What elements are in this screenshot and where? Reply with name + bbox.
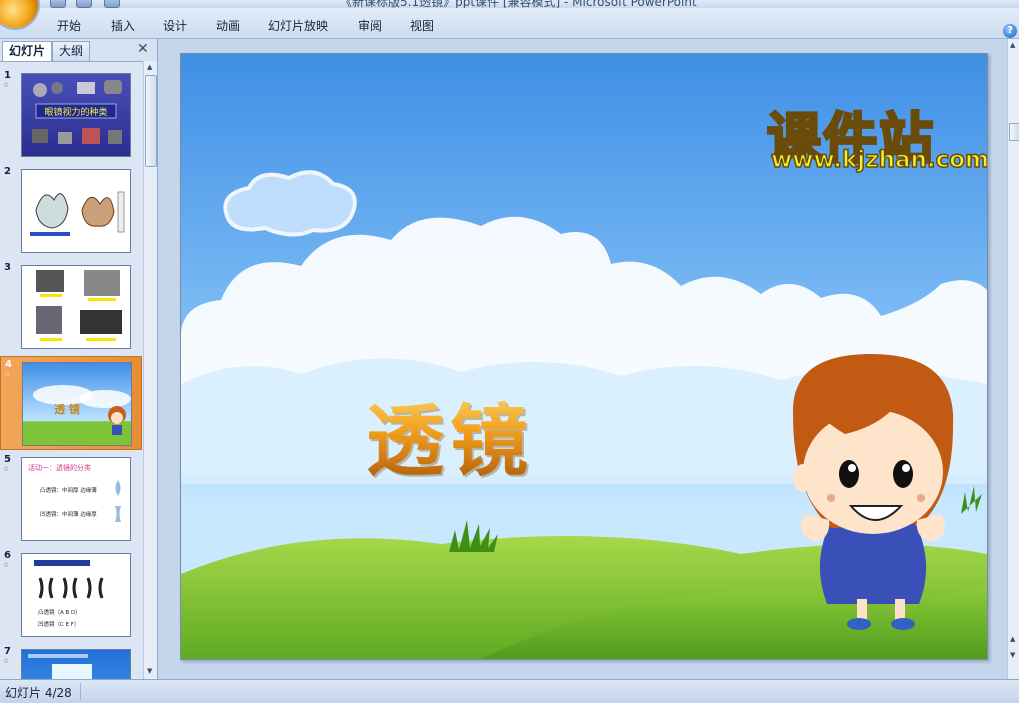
- title-bar: 《新课标版5.1透镜》ppt课件 [兼容模式] - Microsoft Powe…: [0, 0, 1019, 8]
- slide-6-art: 凸透镜（A B D） 凹透镜（C E F）: [34, 560, 104, 628]
- thumbnail-slot[interactable]: 6 ☆ 凸透镜（A B D） 凹透镜（C E F）: [0, 548, 140, 640]
- tab-slides[interactable]: 幻灯片: [2, 41, 53, 61]
- pane-scrollbar[interactable]: ▲ ▼: [143, 61, 157, 679]
- slide-5-line: 凸透镜：中间厚 边缘薄: [40, 486, 97, 494]
- ribbon-tabs: 开始 插入 设计 动画 幻灯片放映 审阅 视图 ?: [0, 8, 1019, 39]
- window-title: 《新课标版5.1透镜》ppt课件 [兼容模式] - Microsoft Powe…: [340, 0, 697, 8]
- tab-home[interactable]: 开始: [57, 17, 81, 34]
- thumbnail-list: 1 ☆ 眼镜视力的种类 2 3 4 ☆ 透 镜 5 ☆ 活动一：透镜的分类 凸透…: [0, 61, 143, 680]
- transition-icon: ☆: [3, 465, 10, 473]
- status-divider: [80, 683, 81, 700]
- slide-1-art: 眼镜视力的种类: [32, 80, 122, 144]
- scroll-thumb[interactable]: [145, 75, 157, 167]
- tab-view[interactable]: 视图: [410, 17, 434, 34]
- slide-5-line: 凹透镜：中间薄 边缘厚: [40, 510, 97, 518]
- slide-number: 2: [4, 166, 11, 177]
- transition-icon: ☆: [4, 370, 11, 378]
- slide-number: 1: [4, 70, 11, 81]
- slide-6-line: 凸透镜（A B D）: [38, 608, 81, 616]
- slide-thumbnail[interactable]: 眼镜视力的种类: [21, 73, 131, 157]
- thumbnail-slot[interactable]: 5 ☆ 活动一：透镜的分类 凸透镜：中间厚 边缘薄 凹透镜：中间薄 边缘厚: [0, 452, 140, 544]
- thumbnail-slot[interactable]: 7 ☆: [0, 644, 140, 680]
- scroll-thumb[interactable]: [1009, 123, 1019, 141]
- thumbnail-slot[interactable]: 1 ☆ 眼镜视力的种类: [0, 68, 140, 160]
- scroll-up-icon[interactable]: ▲: [147, 63, 152, 71]
- tab-insert[interactable]: 插入: [111, 17, 135, 34]
- slide-6-line: 凹透镜（C E F）: [38, 620, 79, 628]
- slide-1-title: 眼镜视力的种类: [44, 106, 107, 118]
- slide-number: 7: [4, 646, 11, 657]
- transition-icon: ☆: [3, 81, 10, 89]
- slide-4-title: 透 镜: [54, 402, 80, 416]
- thumbnail-slot[interactable]: 2: [0, 164, 140, 256]
- slide-counter: 幻灯片 4/28: [5, 686, 72, 700]
- current-slide[interactable]: 课件站 www.kjzhan.com 透镜: [180, 53, 988, 660]
- slide-thumbnail[interactable]: [21, 265, 131, 349]
- slide-5-heading: 活动一：透镜的分类: [28, 463, 91, 472]
- slide-thumbnail[interactable]: 透 镜: [22, 362, 132, 446]
- slides-pane: 幻灯片 大纲 ✕ 1 ☆ 眼镜视力的种类 2 3 4 ☆ 透 镜 5 ☆ 活动一…: [0, 39, 158, 680]
- slide-thumbnail[interactable]: [21, 649, 131, 680]
- tab-outline[interactable]: 大纲: [52, 41, 91, 61]
- transition-icon: ☆: [3, 657, 10, 665]
- slide-5-art: 活动一：透镜的分类 凸透镜：中间厚 边缘薄 凹透镜：中间薄 边缘厚: [28, 463, 121, 522]
- slide-3-art: [36, 270, 122, 341]
- slide-7-art: [28, 654, 92, 680]
- scroll-up-icon[interactable]: ▲: [1010, 41, 1015, 49]
- slide-thumbnail[interactable]: 凸透镜（A B D） 凹透镜（C E F）: [21, 553, 131, 637]
- help-icon[interactable]: ?: [1003, 24, 1017, 38]
- slide-title[interactable]: 透镜: [366, 379, 534, 491]
- status-bar: 幻灯片 4/28: [0, 679, 1019, 703]
- previous-slide-icon[interactable]: ▲: [1010, 635, 1015, 643]
- close-pane-icon[interactable]: ✕: [137, 41, 149, 57]
- tab-slideshow[interactable]: 幻灯片放映: [268, 17, 328, 34]
- thumbnail-slot[interactable]: 3: [0, 260, 140, 352]
- slide-editor: 课件站 www.kjzhan.com 透镜: [158, 39, 1019, 679]
- save-icon[interactable]: [50, 0, 66, 8]
- slide-number: 3: [4, 262, 11, 273]
- transition-icon: ☆: [3, 561, 10, 569]
- tab-animations[interactable]: 动画: [216, 17, 240, 34]
- slide-number: 6: [4, 550, 11, 561]
- editor-scrollbar[interactable]: ▲ ▲ ▼: [1007, 39, 1019, 679]
- undo-icon[interactable]: [76, 0, 92, 8]
- slide-thumbnail[interactable]: [21, 169, 131, 253]
- slide-4-art: 透 镜: [33, 385, 131, 435]
- next-slide-icon[interactable]: ▼: [1010, 651, 1015, 659]
- thumbnail-slot-selected[interactable]: 4 ☆ 透 镜: [0, 356, 142, 450]
- redo-icon[interactable]: [104, 0, 120, 8]
- tab-review[interactable]: 审阅: [358, 17, 382, 34]
- slide-thumbnail[interactable]: 活动一：透镜的分类 凸透镜：中间厚 边缘薄 凹透镜：中间薄 边缘厚: [21, 457, 131, 541]
- slide-number: 4: [5, 359, 12, 370]
- slide-number: 5: [4, 454, 11, 465]
- scroll-down-icon[interactable]: ▼: [147, 667, 152, 675]
- tab-design[interactable]: 设计: [163, 17, 187, 34]
- logo-url: www.kjzhan.com: [770, 146, 988, 174]
- slide-2-art: [30, 191, 125, 236]
